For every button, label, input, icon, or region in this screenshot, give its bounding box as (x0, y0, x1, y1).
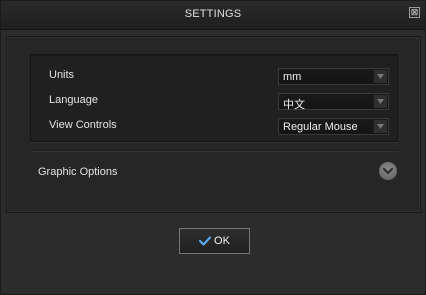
view-controls-select[interactable]: Regular Mouse (278, 118, 389, 135)
settings-panel: Units mm Language 中文 View Controls Regul… (6, 36, 421, 213)
units-label: Units (49, 69, 75, 81)
ok-button[interactable]: OK (179, 228, 250, 254)
graphic-options-label[interactable]: Graphic Options (38, 166, 117, 178)
dropdown-arrow-icon[interactable] (373, 120, 387, 133)
chevron-down-icon (383, 167, 393, 174)
general-settings-box: Units mm Language 中文 View Controls Regul… (30, 54, 398, 142)
language-select-value: 中文 (283, 99, 305, 111)
graphic-options-expand-button[interactable] (379, 162, 397, 180)
dropdown-arrow-icon[interactable] (373, 70, 387, 83)
title-bar: SETTINGS ⊠ (1, 1, 425, 30)
dropdown-arrow-icon[interactable] (373, 95, 387, 108)
view-controls-label: View Controls (49, 119, 117, 131)
view-controls-select-value: Regular Mouse (283, 121, 358, 133)
close-icon: ⊠ (410, 7, 419, 17)
close-button[interactable]: ⊠ (409, 7, 420, 18)
dialog-title: SETTINGS (184, 8, 242, 20)
settings-dialog: SETTINGS ⊠ Units mm Language 中文 View Con… (0, 0, 426, 295)
language-label: Language (49, 94, 98, 106)
units-select[interactable]: mm (278, 68, 389, 85)
section-divider (30, 150, 398, 151)
units-select-value: mm (283, 71, 302, 83)
checkmark-icon (199, 236, 212, 246)
language-select[interactable]: 中文 (278, 93, 389, 111)
ok-button-label: OK (214, 235, 230, 247)
